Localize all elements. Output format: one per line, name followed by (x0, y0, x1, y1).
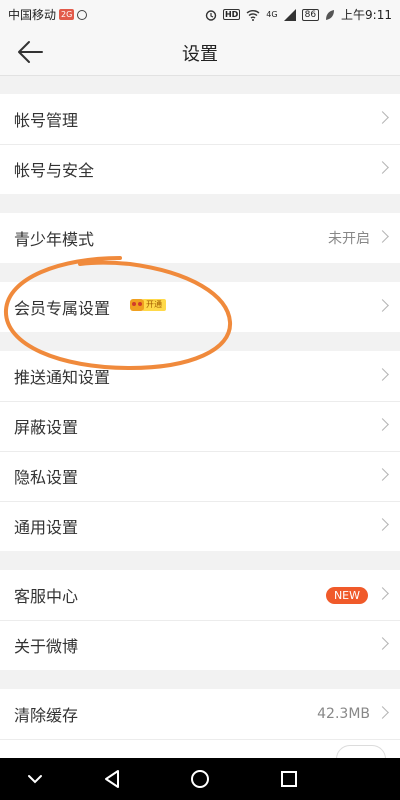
new-badge: NEW (325, 587, 368, 604)
triangle-back-icon[interactable] (99, 766, 125, 792)
settings-item-label: 帐号与安全 (14, 161, 95, 180)
settings-item-label: 会员专属设置 (14, 299, 111, 318)
chevron-right-icon (376, 368, 389, 381)
settings-item-label: 帐号管理 (14, 111, 79, 130)
settings-item-label: 清除缓存 (14, 706, 79, 725)
chevron-right-icon (376, 230, 389, 243)
vip-crown-icon (130, 299, 144, 311)
settings-item-account-management[interactable]: 帐号管理 (0, 94, 400, 144)
account-group: 帐号管理 帐号与安全 (0, 94, 400, 194)
settings-item-push-notifications[interactable]: 推送通知设置 (0, 351, 400, 401)
settings-item-youth-mode[interactable]: 青少年模式 未开启 (0, 213, 400, 263)
settings-item-label: 隐私设置 (14, 468, 79, 487)
settings-item-block[interactable]: 屏蔽设置 (0, 401, 400, 451)
hd-icon: HD (222, 9, 241, 20)
cache-size: 42.3MB (317, 706, 370, 722)
wifi-icon (246, 9, 260, 21)
chevron-right-icon (376, 299, 389, 312)
chevron-right-icon (376, 637, 389, 650)
signal-icon (283, 8, 296, 21)
navigation-bar (0, 758, 400, 800)
network-type: 4G (266, 10, 278, 19)
chevron-down-icon[interactable] (22, 766, 48, 792)
settings-item-privacy[interactable]: 隐私设置 (0, 451, 400, 501)
settings-item-vip[interactable]: 会员专属设置 开通 (0, 282, 400, 332)
carrier-name: 中国移动 (8, 8, 57, 22)
status-bar: 中国移动 2G HD 4G 86 上午9:11 (0, 0, 400, 28)
settings-item-label: 关于微博 (14, 637, 79, 656)
settings-item-general[interactable]: 通用设置 (0, 501, 400, 551)
clock: 上午9:11 (341, 8, 392, 22)
settings-item-label: 推送通知设置 (14, 368, 111, 387)
settings-item-label: 青少年模式 (14, 230, 95, 249)
settings-item-about[interactable]: 关于微博 (0, 620, 400, 670)
square-recent-icon[interactable] (276, 766, 302, 792)
sync-icon (77, 9, 88, 20)
circle-home-icon[interactable] (187, 766, 213, 792)
general-group: 推送通知设置 屏蔽设置 隐私设置 通用设置 (0, 351, 400, 551)
settings-item-account-security[interactable]: 帐号与安全 (0, 144, 400, 194)
settings-item-customer-service[interactable]: 客服中心 NEW (0, 570, 400, 620)
app-header: 设置 (0, 28, 400, 76)
vip-group: 会员专属设置 开通 (0, 282, 400, 332)
carrier-badge: 2G (59, 9, 75, 20)
battery-indicator: 86 (301, 8, 320, 21)
settings-item-clear-cache[interactable]: 清除缓存 42.3MB (0, 689, 400, 739)
chevron-right-icon (376, 161, 389, 174)
vip-activate-badge: 开通 (142, 299, 166, 311)
vip-badge: 开通 (130, 299, 166, 311)
settings-item-label: 客服中心 (14, 587, 79, 606)
chevron-right-icon (376, 518, 389, 531)
chevron-right-icon (376, 706, 389, 719)
chevron-right-icon (376, 418, 389, 431)
youth-group: 青少年模式 未开启 (0, 213, 400, 263)
leaf-icon (326, 9, 335, 20)
alarm-icon (205, 9, 217, 21)
chevron-right-icon (376, 111, 389, 124)
page-title: 设置 (182, 44, 218, 65)
support-group: 客服中心 NEW 关于微博 (0, 570, 400, 670)
settings-item-label: 通用设置 (14, 518, 79, 537)
chevron-right-icon (376, 468, 389, 481)
chevron-right-icon (376, 587, 389, 600)
settings-item-label: 屏蔽设置 (14, 418, 79, 437)
youth-mode-status: 未开启 (328, 231, 370, 247)
